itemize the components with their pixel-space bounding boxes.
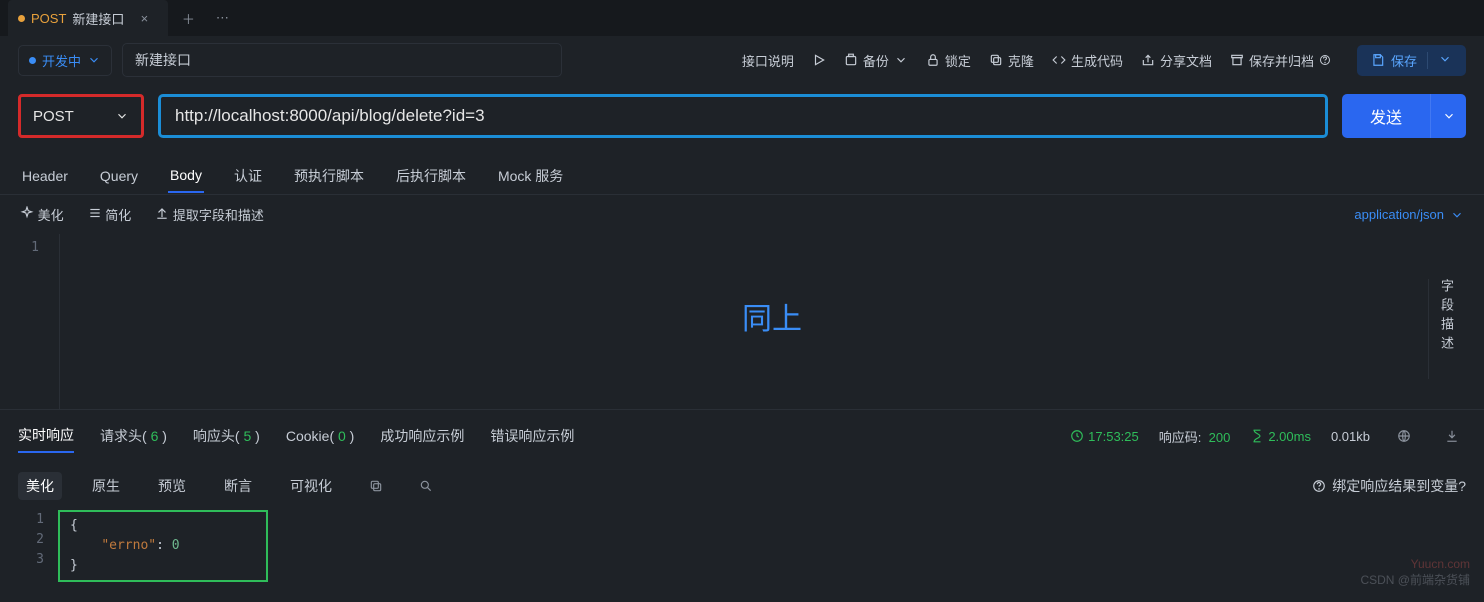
send-button[interactable]: 发送 (1342, 94, 1430, 138)
generate-code-button[interactable]: 生成代码 (1052, 51, 1123, 70)
copy-icon (989, 53, 1003, 67)
request-row: POST http://localhost:8000/api/blog/dele… (0, 84, 1484, 148)
body-editor[interactable]: 1 同上 字段描述 (0, 234, 1484, 409)
chevron-down-icon (87, 53, 101, 67)
globe-icon[interactable] (1390, 422, 1418, 450)
tab-more-icon[interactable]: ⋯ (208, 4, 236, 32)
chevron-down-icon (115, 109, 129, 123)
run-button[interactable] (812, 53, 826, 67)
content-type-select[interactable]: application/json (1354, 207, 1464, 222)
upload-icon (155, 206, 169, 220)
status-label: 开发中 (42, 51, 81, 70)
tab-request-headers[interactable]: 请求头( 6 ) (100, 426, 167, 446)
method-value: POST (33, 108, 74, 125)
api-title-input[interactable] (122, 43, 562, 77)
response-view-tabs: 美化 原生 预览 断言 可视化 绑定响应结果到变量? (0, 462, 1484, 510)
url-input[interactable]: http://localhost:8000/api/blog/delete?id… (158, 94, 1328, 138)
tab-header[interactable]: Header (20, 160, 70, 192)
url-value: http://localhost:8000/api/blog/delete?id… (175, 106, 485, 126)
save-dropdown[interactable] (1427, 52, 1452, 69)
field-desc-panel[interactable]: 字段描述 (1428, 279, 1456, 379)
status-dropdown[interactable]: 开发中 (18, 45, 112, 76)
tab-error-example[interactable]: 错误响应示例 (490, 426, 574, 446)
tab-body[interactable]: Body (168, 159, 204, 193)
status-dot-icon (29, 57, 36, 64)
lock-icon (926, 53, 940, 67)
line-gutter: 1 (0, 234, 60, 409)
request-tabs: Header Query Body 认证 预执行脚本 后执行脚本 Mock 服务 (0, 148, 1484, 195)
search-response-icon[interactable] (412, 472, 440, 500)
hourglass-icon (1250, 429, 1264, 443)
tab-title: 新建接口 (72, 9, 124, 28)
watermark: Yuucn.com CSDN @前端杂货铺 (1360, 556, 1470, 588)
chevron-down-icon (1438, 52, 1452, 66)
help-icon (1319, 54, 1331, 66)
chevron-down-icon (1450, 208, 1464, 222)
api-description-button[interactable]: 接口说明 (742, 51, 794, 70)
help-icon (1312, 479, 1326, 493)
tab-post-script[interactable]: 后执行脚本 (394, 158, 468, 194)
share-doc-button[interactable]: 分享文档 (1141, 51, 1212, 70)
toolbar: 开发中 接口说明 备份 锁定 克隆 生成代码 分享文档 保存并归档 保存 (0, 36, 1484, 84)
view-preview[interactable]: 预览 (150, 472, 194, 500)
share-icon (1141, 53, 1155, 67)
tab-response-headers[interactable]: 响应头( 5 ) (193, 426, 260, 446)
extract-fields-button[interactable]: 提取字段和描述 (155, 205, 264, 224)
response-size: 0.01kb (1331, 429, 1370, 444)
resp-line-gutter: 1 2 3 (18, 510, 58, 582)
download-icon[interactable] (1438, 422, 1466, 450)
tab-pre-script[interactable]: 预执行脚本 (292, 158, 366, 194)
response-time: 17:53:25 (1070, 429, 1139, 444)
tab-realtime-response[interactable]: 实时响应 (18, 425, 74, 453)
response-body: 1 2 3 { "errno": 0 } Yuucn.com CSDN @前端杂… (0, 510, 1484, 592)
dirty-dot-icon (18, 15, 25, 22)
tab-method: POST (31, 11, 66, 26)
tab-query[interactable]: Query (98, 160, 140, 192)
tab-bar: POST 新建接口 × ＋ ⋯ (0, 0, 1484, 36)
tab-success-example[interactable]: 成功响应示例 (380, 426, 464, 446)
code-area[interactable]: 同上 (60, 234, 1484, 409)
code-icon (1052, 53, 1066, 67)
tab-auth[interactable]: 认证 (232, 158, 264, 194)
send-button-group: 发送 (1342, 94, 1466, 138)
response-tabs: 实时响应 请求头( 6 ) 响应头( 5 ) Cookie( 0 ) 成功响应示… (0, 409, 1484, 462)
method-select[interactable]: POST (18, 94, 144, 138)
chevron-down-icon (1442, 109, 1456, 123)
backup-button[interactable]: 备份 (844, 51, 908, 70)
simplify-button[interactable]: 简化 (88, 205, 132, 224)
clone-button[interactable]: 克隆 (989, 51, 1034, 70)
sparkle-icon (20, 206, 34, 220)
chevron-down-icon (894, 53, 908, 67)
list-icon (88, 206, 102, 220)
clock-icon (1070, 429, 1084, 443)
beautify-button[interactable]: 美化 (20, 205, 64, 224)
response-duration: 2.00ms (1250, 429, 1311, 444)
view-beautify[interactable]: 美化 (18, 472, 62, 500)
save-icon (1371, 53, 1385, 67)
body-toolbar: 美化 简化 提取字段和描述 application/json (0, 195, 1484, 234)
save-button[interactable]: 保存 (1357, 45, 1466, 76)
bind-variable-button[interactable]: 绑定响应结果到变量? (1312, 476, 1466, 496)
send-dropdown[interactable] (1430, 94, 1466, 138)
copy-response-icon[interactable] (362, 472, 390, 500)
archive-icon (1230, 53, 1244, 67)
save-archive-button[interactable]: 保存并归档 (1230, 51, 1331, 70)
resp-code[interactable]: { "errno": 0 } (58, 510, 268, 582)
view-visualize[interactable]: 可视化 (282, 472, 340, 500)
tab-cookies[interactable]: Cookie( 0 ) (286, 428, 355, 444)
new-tab-button[interactable]: ＋ (174, 4, 202, 32)
toolbar-actions: 接口说明 备份 锁定 克隆 生成代码 分享文档 保存并归档 保存 (742, 45, 1466, 76)
lock-button[interactable]: 锁定 (926, 51, 971, 70)
play-icon (812, 53, 826, 67)
view-raw[interactable]: 原生 (84, 472, 128, 500)
response-meta: 17:53:25 响应码: 200 2.00ms 0.01kb (1070, 422, 1466, 450)
close-tab-icon[interactable]: × (130, 4, 158, 32)
watermark-text: 同上 (742, 294, 802, 338)
tab-item[interactable]: POST 新建接口 × (8, 0, 168, 36)
status-code: 响应码: 200 (1159, 427, 1231, 446)
view-assertion[interactable]: 断言 (216, 472, 260, 500)
tab-mock[interactable]: Mock 服务 (496, 158, 565, 194)
backup-icon (844, 53, 858, 67)
